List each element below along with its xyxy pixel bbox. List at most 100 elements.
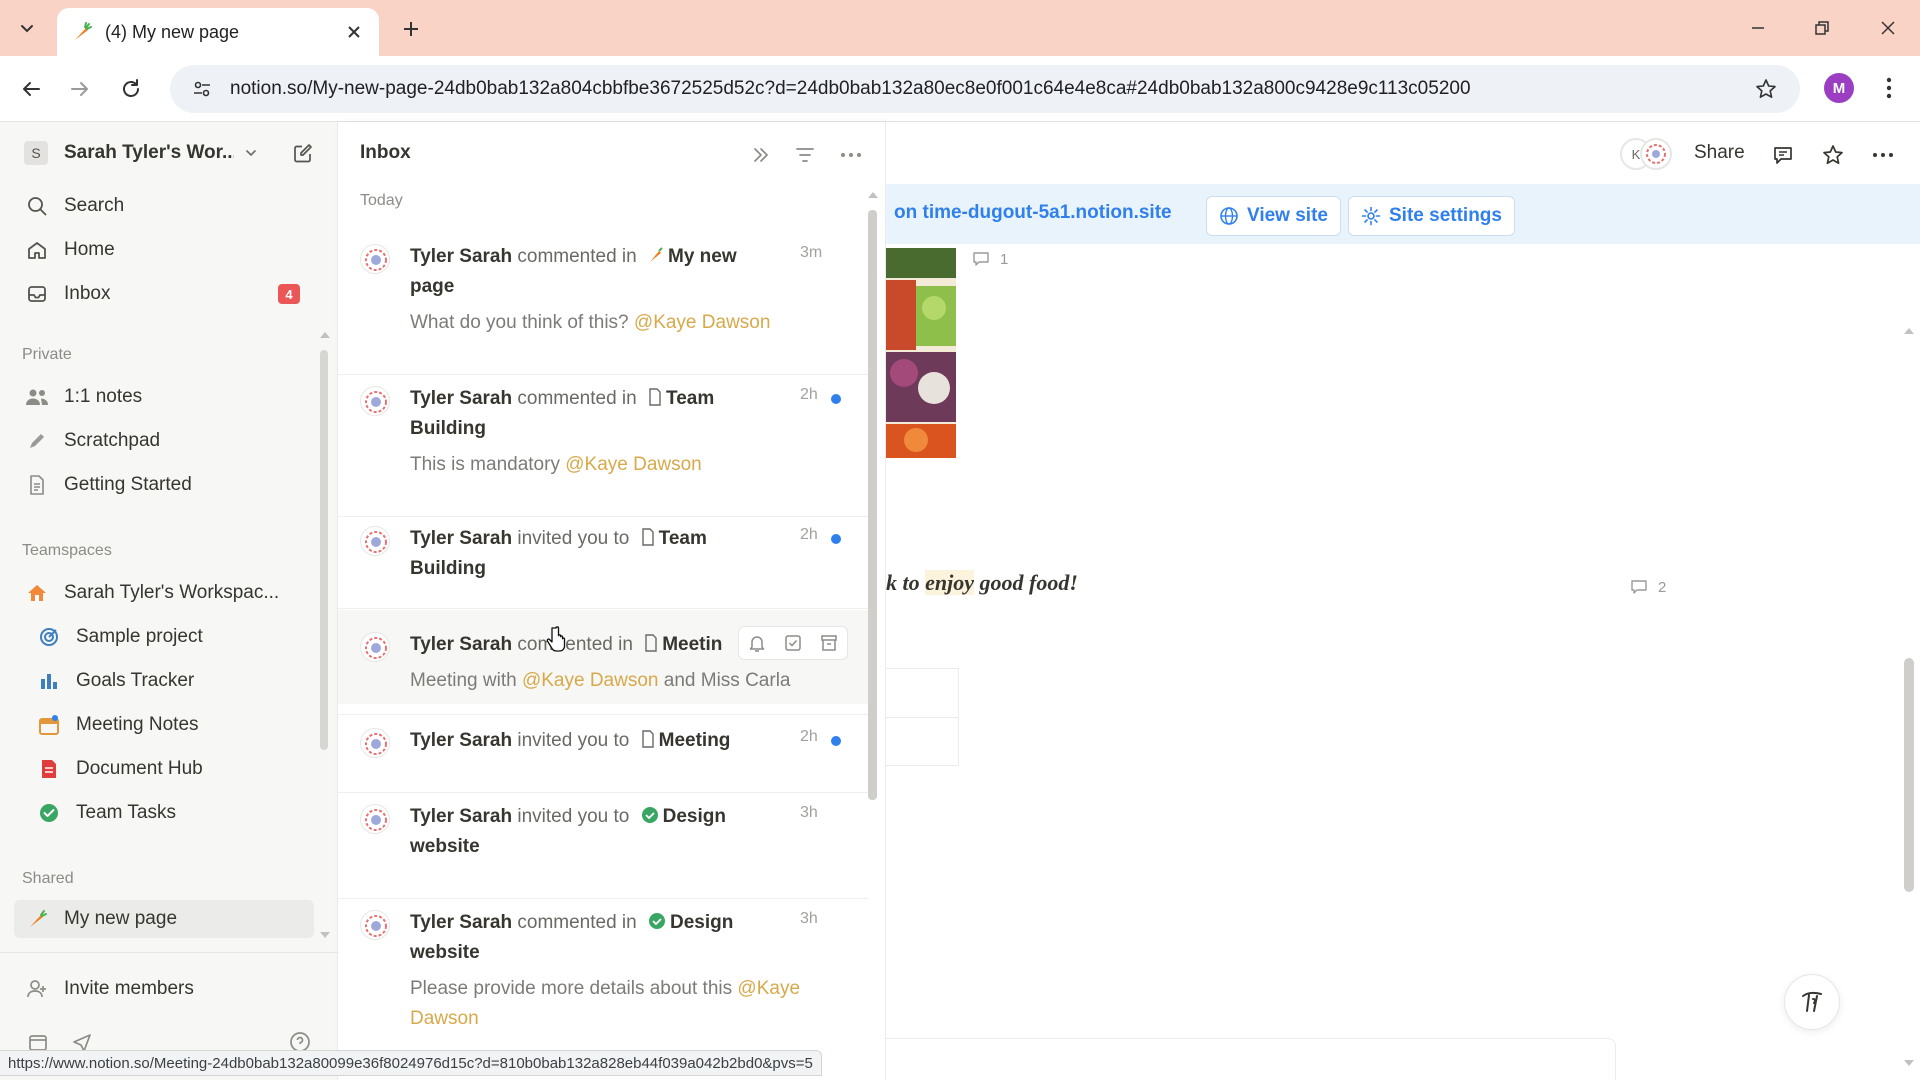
- notification-item[interactable]: Tyler Sarah invited you to Design websit…: [338, 802, 868, 882]
- minimize-window-button[interactable]: [1736, 10, 1780, 46]
- carrot-icon: [22, 907, 52, 931]
- sidebar-item-sample-project[interactable]: Sample project: [14, 618, 314, 656]
- view-site-button[interactable]: View site: [1206, 196, 1341, 236]
- notification-page[interactable]: Team: [659, 528, 707, 549]
- share-button[interactable]: Share: [1694, 142, 1745, 164]
- more-horizontal-icon: [840, 152, 862, 158]
- browser-tab-active[interactable]: (4) My new page: [57, 8, 379, 56]
- mention[interactable]: Dawson: [410, 1008, 479, 1029]
- mention[interactable]: @Kaye Dawson: [522, 670, 659, 691]
- close-icon[interactable]: [343, 21, 365, 43]
- notification-author: Tyler Sarah: [410, 730, 513, 751]
- notification-page[interactable]: page: [410, 276, 454, 297]
- notification-page[interactable]: website: [410, 836, 480, 857]
- notification-item[interactable]: Tyler Sarah commented in Design website …: [338, 908, 868, 1048]
- favorite-button[interactable]: [1816, 138, 1850, 172]
- notification-page[interactable]: Design: [670, 912, 733, 933]
- tab-search-button[interactable]: [8, 10, 46, 46]
- mark-read-icon[interactable]: [783, 633, 803, 653]
- mention[interactable]: @Kaye Dawson: [634, 312, 771, 333]
- collapse-inbox-button[interactable]: [746, 140, 776, 170]
- published-site-link[interactable]: on time-dugout-5a1.notion.site: [894, 202, 1172, 224]
- page-scrollbar[interactable]: [1904, 658, 1914, 892]
- scroll-up-arrow[interactable]: [868, 192, 878, 198]
- inbox-scrollbar[interactable]: [868, 210, 877, 800]
- restore-window-button[interactable]: [1800, 10, 1844, 46]
- forward-button[interactable]: [63, 72, 97, 106]
- table-block[interactable]: [886, 668, 959, 766]
- search-icon: [22, 194, 52, 218]
- sidebar-item-meeting-notes[interactable]: Meeting Notes: [14, 706, 314, 744]
- sidebar-item-inbox[interactable]: Inbox 4: [14, 275, 314, 313]
- scroll-up-arrow[interactable]: [320, 332, 330, 338]
- notification-action: invited you to: [517, 730, 630, 751]
- site-settings-button[interactable]: Site settings: [1348, 196, 1515, 236]
- invite-members-button[interactable]: Invite members: [14, 970, 314, 1008]
- notification-page[interactable]: Meeting: [659, 730, 731, 751]
- scroll-down-arrow[interactable]: [320, 932, 330, 938]
- food-image[interactable]: [886, 248, 956, 458]
- notification-page[interactable]: website: [410, 942, 480, 963]
- divider: [338, 898, 868, 899]
- notification-item[interactable]: Tyler Sarah commented in My new page Wha…: [338, 242, 868, 362]
- notion-ai-button[interactable]: [1784, 974, 1840, 1030]
- page-more-button[interactable]: [1866, 138, 1900, 172]
- notification-page[interactable]: Meetin: [662, 634, 722, 655]
- sidebar-item-getting-started[interactable]: Getting Started: [14, 466, 314, 504]
- notification-page[interactable]: Building: [410, 558, 486, 579]
- notification-page[interactable]: Building: [410, 418, 486, 439]
- notification-item[interactable]: Tyler Sarah com ented in Meetin Meeting w…: [338, 610, 868, 704]
- sidebar-item-search[interactable]: Search: [14, 187, 314, 225]
- sidebar-item-goals-tracker[interactable]: Goals Tracker: [14, 662, 314, 700]
- scroll-up-arrow[interactable]: [1904, 328, 1914, 334]
- avatar: [360, 526, 390, 556]
- reload-button[interactable]: [114, 72, 148, 106]
- mention[interactable]: @Kaye Dawson: [565, 454, 702, 475]
- sidebar-item-team-tasks[interactable]: Team Tasks: [14, 794, 314, 832]
- view-site-label: View site: [1247, 205, 1328, 226]
- notification-item[interactable]: Tyler Sarah commented in Team Building T…: [338, 384, 868, 504]
- close-window-button[interactable]: [1866, 10, 1910, 46]
- workspace-switcher[interactable]: S Sarah Tyler's Wor...: [14, 136, 314, 170]
- inbox-more-button[interactable]: [836, 140, 866, 170]
- address-bar[interactable]: notion.so/My-new-page-24db0bab132a804cbb…: [170, 65, 1800, 113]
- sidebar-scrollbar[interactable]: [320, 350, 328, 750]
- bell-icon[interactable]: [747, 633, 767, 653]
- scroll-down-arrow[interactable]: [1904, 1060, 1914, 1066]
- notification-author: Tyler Sarah: [410, 528, 513, 549]
- site-info-icon[interactable]: [182, 69, 222, 109]
- inline-comment-indicator[interactable]: 1: [972, 250, 1008, 268]
- notification-page[interactable]: Team: [666, 388, 714, 409]
- document-icon: [641, 730, 655, 748]
- notification-item[interactable]: Tyler Sarah invited you to Meeting 2h: [338, 726, 868, 776]
- star-icon[interactable]: [1746, 69, 1786, 109]
- new-tab-button[interactable]: [396, 14, 426, 44]
- notification-page[interactable]: Design: [663, 806, 726, 827]
- divider: [338, 714, 868, 715]
- notification-time: 3m: [800, 244, 823, 261]
- new-page-button[interactable]: [288, 138, 318, 168]
- filter-button[interactable]: [790, 140, 820, 170]
- browser-menu-button[interactable]: [1872, 71, 1906, 105]
- inline-comment-indicator[interactable]: 2: [1630, 578, 1666, 596]
- browser-status-bar: https://www.notion.so/Meeting-24db0bab13…: [0, 1050, 822, 1076]
- collaborators-facepile[interactable]: K: [1620, 136, 1676, 172]
- notification-item[interactable]: Tyler Sarah invited you to Team Building…: [338, 524, 868, 604]
- sidebar-item-home[interactable]: Home: [14, 231, 314, 269]
- notification-time: 2h: [800, 728, 818, 745]
- notification-page[interactable]: My new: [668, 246, 737, 267]
- divider: [338, 374, 868, 375]
- sidebar-item-1-1-notes[interactable]: 1:1 notes: [14, 378, 314, 416]
- back-button[interactable]: [14, 72, 48, 106]
- sidebar-item-teamspace[interactable]: Sarah Tyler's Workspac...: [14, 574, 314, 612]
- profile-avatar[interactable]: M: [1824, 73, 1854, 103]
- page-text-block[interactable]: k to enjoy good food!: [886, 570, 1078, 596]
- content-block[interactable]: [886, 1038, 1616, 1080]
- sidebar-item-document-hub[interactable]: Document Hub: [14, 750, 314, 788]
- sidebar-item-scratchpad[interactable]: Scratchpad: [14, 422, 314, 460]
- sidebar-item-my-new-page[interactable]: My new page: [14, 900, 314, 938]
- archive-icon[interactable]: [819, 633, 839, 653]
- comments-button[interactable]: [1766, 138, 1800, 172]
- mention[interactable]: @Kaye: [737, 978, 800, 999]
- chevron-down-icon: [18, 19, 36, 37]
